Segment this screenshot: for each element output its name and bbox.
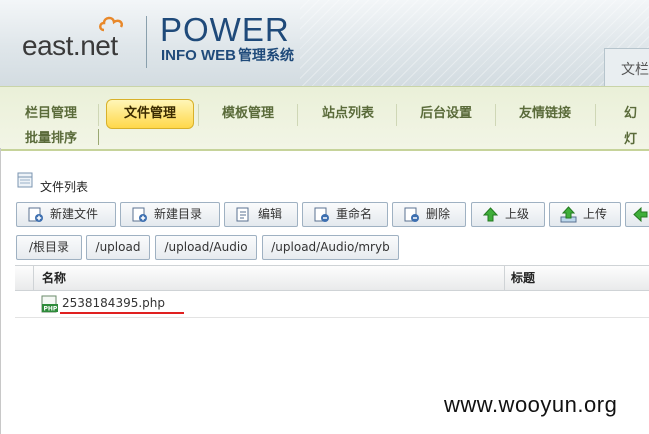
- section-title-label: 文件列表: [40, 180, 89, 194]
- top-right-tab-label: 文栏: [621, 62, 649, 78]
- column-separator: [33, 266, 34, 290]
- path-upload[interactable]: /upload: [86, 235, 150, 260]
- parent-dir-button[interactable]: 上级: [471, 202, 545, 227]
- nav-separator: [495, 104, 496, 126]
- column-name-header[interactable]: 名称: [42, 266, 66, 290]
- nav-item-backend-settings[interactable]: 后台设置: [420, 101, 472, 127]
- app-header: east.net POWER INFO WEB 管理系统 文栏: [0, 0, 649, 86]
- path-upload-audio[interactable]: /upload/Audio: [155, 235, 257, 260]
- highlight-underline: [60, 312, 184, 314]
- nav-separator: [198, 104, 199, 126]
- nav-item-column-management[interactable]: 栏目管理: [25, 101, 77, 127]
- delete-label: 删除: [426, 207, 451, 221]
- column-separator: [504, 266, 505, 290]
- top-right-tab[interactable]: 文栏: [604, 48, 649, 86]
- nav-item-file-management[interactable]: 文件管理: [106, 99, 194, 129]
- nav-separator: [98, 104, 99, 126]
- nav-item-batch-sort[interactable]: 批量排序: [25, 129, 77, 149]
- upload-button[interactable]: 上传: [549, 202, 621, 227]
- brand-power: POWER: [160, 11, 290, 48]
- watermark: www.wooyun.org: [444, 392, 618, 417]
- nav-item-template-management[interactable]: 模板管理: [222, 101, 274, 127]
- header-pattern: [300, 0, 649, 86]
- rename-icon: [314, 207, 329, 222]
- new-file-icon: [28, 207, 43, 222]
- back-arrow-icon: [633, 206, 648, 223]
- path-upload-audio-mryb[interactable]: /upload/Audio/mryb: [262, 235, 399, 260]
- new-folder-icon: [132, 207, 147, 222]
- rename-label: 重命名: [336, 207, 373, 221]
- new-file-label: 新建文件: [50, 207, 99, 221]
- edit-button[interactable]: 编辑: [224, 202, 298, 227]
- nav-separator: [595, 104, 596, 126]
- nav-item-friend-links[interactable]: 友情链接: [519, 101, 571, 127]
- list-icon: [17, 172, 33, 188]
- back-button[interactable]: [625, 202, 649, 227]
- file-table-header: 名称 标题: [15, 265, 649, 291]
- brand-infoweb: INFO WEB 管理系统: [161, 46, 294, 65]
- nav-item-slideshow[interactable]: 幻灯: [624, 101, 649, 147]
- new-folder-label: 新建目录: [154, 207, 203, 221]
- svg-text:PHP: PHP: [44, 306, 58, 313]
- parent-dir-label: 上级: [505, 207, 530, 221]
- logo-east-net: east.net: [22, 30, 118, 61]
- delete-button[interactable]: 删除: [392, 202, 466, 227]
- brand-system-text: 管理系统: [238, 47, 294, 63]
- delete-icon: [404, 207, 419, 222]
- upload-icon: [560, 206, 577, 223]
- php-file-icon: PHP: [41, 295, 58, 313]
- main-nav: 栏目管理 文件管理 模板管理 站点列表 后台设置 友情链接 幻灯 批量排序: [0, 86, 649, 151]
- new-file-button[interactable]: 新建文件: [16, 202, 116, 227]
- new-folder-button[interactable]: 新建目录: [120, 202, 220, 227]
- nav-item-site-list[interactable]: 站点列表: [322, 101, 374, 127]
- nav-separator: [297, 104, 298, 126]
- brand-infoweb-text: INFO WEB: [161, 47, 236, 64]
- edit-icon: [236, 207, 249, 222]
- upload-label: 上传: [583, 207, 608, 221]
- path-root[interactable]: /根目录: [16, 235, 82, 260]
- content-left-border: [0, 148, 1, 434]
- file-name[interactable]: 2538184395.php: [62, 296, 165, 310]
- logo-divider: [146, 16, 147, 68]
- up-arrow-icon: [482, 207, 499, 222]
- column-title-header[interactable]: 标题: [511, 266, 535, 290]
- nav-connector: [98, 129, 99, 145]
- edit-label: 编辑: [258, 207, 283, 221]
- rename-button[interactable]: 重命名: [302, 202, 388, 227]
- table-row[interactable]: PHP 2538184395.php: [15, 290, 649, 318]
- nav-separator: [396, 104, 397, 126]
